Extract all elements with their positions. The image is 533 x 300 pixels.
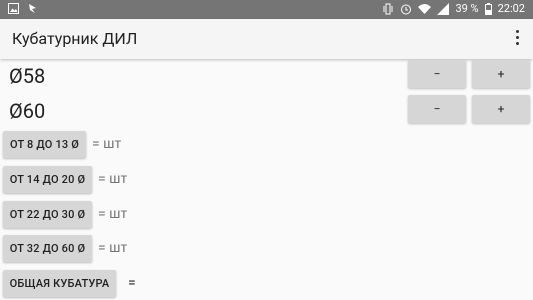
battery-percent: 39 % <box>455 2 479 15</box>
range-button-22-30[interactable]: ОТ 22 ДО 30 Ø <box>3 201 92 228</box>
minus-button-60[interactable]: − <box>408 95 466 123</box>
range-button-8-13[interactable]: ОТ 8 ДО 13 Ø <box>3 131 86 158</box>
wifi-icon <box>418 3 432 14</box>
total-volume-button[interactable]: ОБЩАЯ КУБАТУРА <box>3 270 116 297</box>
total-volume-result: = <box>128 275 136 291</box>
app-notification-icon <box>29 4 36 13</box>
range-button-14-20[interactable]: ОТ 14 ДО 20 Ø <box>3 166 92 193</box>
plus-button-58[interactable]: + <box>472 60 530 88</box>
status-time: 22:02 <box>497 2 525 15</box>
range-result-8-13: = шт <box>92 136 122 152</box>
battery-icon <box>484 2 492 15</box>
gallery-notification-icon <box>8 3 19 14</box>
range-result-32-60: = шт <box>98 240 128 256</box>
status-bar: 39 % 22:02 <box>0 0 533 19</box>
range-button-32-60[interactable]: ОТ 32 ДО 60 Ø <box>3 235 92 262</box>
minus-button-58[interactable]: − <box>408 60 466 88</box>
size-label-60: Ø60 <box>9 99 46 123</box>
signal-icon <box>437 2 450 15</box>
range-result-22-30: = шт <box>98 206 128 222</box>
app-title: Кубатурник ДИЛ <box>12 29 138 48</box>
app-bar: Кубатурник ДИЛ <box>0 19 533 59</box>
overflow-menu-icon[interactable] <box>507 27 527 51</box>
plus-button-60[interactable]: + <box>472 95 530 123</box>
range-result-14-20: = шт <box>98 171 128 187</box>
alarm-icon <box>401 4 412 14</box>
size-label-58: Ø58 <box>9 64 46 88</box>
vibrate-icon <box>383 3 393 14</box>
